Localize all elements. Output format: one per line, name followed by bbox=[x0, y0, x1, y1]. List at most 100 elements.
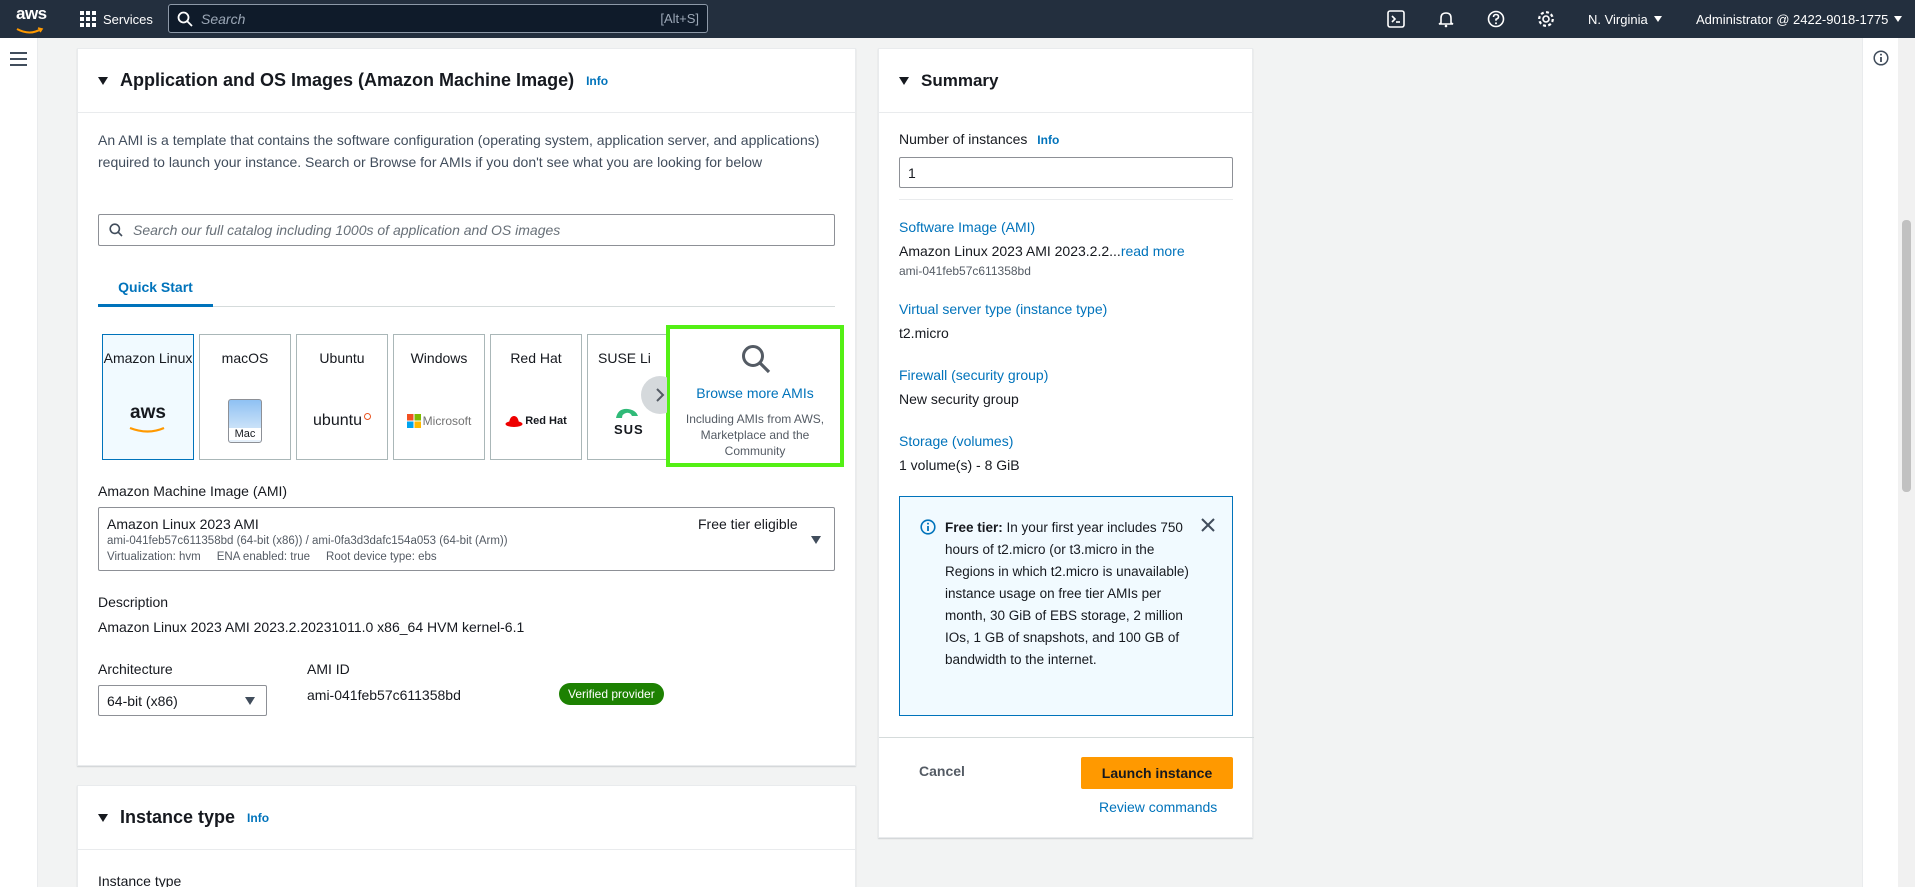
ami-info-link[interactable]: Info bbox=[586, 74, 608, 88]
red-hat-logo-text: Red Hat bbox=[525, 415, 567, 427]
global-search-input[interactable]: Search [Alt+S] bbox=[168, 4, 708, 33]
ubuntu-logo: ubuntu bbox=[297, 401, 387, 441]
summary-panel: Summary Number of instances Info 1 Softw… bbox=[878, 48, 1254, 838]
catalog-search-placeholder: Search our full catalog including 1000s … bbox=[133, 222, 561, 238]
os-quick-start-list: Amazon Linux aws macOS Mac Ubuntu ubuntu bbox=[102, 334, 667, 460]
region-selector[interactable]: N. Virginia bbox=[1588, 0, 1662, 38]
services-grid-icon bbox=[80, 11, 96, 27]
verified-provider-badge: Verified provider bbox=[559, 683, 664, 705]
aws-logo-text: aws bbox=[130, 402, 166, 423]
account-menu[interactable]: Administrator @ 2422-9018-1775 bbox=[1696, 0, 1903, 38]
scrollbar-thumb[interactable] bbox=[1902, 220, 1911, 492]
instances-info-link[interactable]: Info bbox=[1037, 133, 1059, 147]
info-icon[interactable] bbox=[1873, 50, 1889, 66]
menu-icon[interactable] bbox=[10, 52, 27, 66]
os-option-label: Windows bbox=[410, 350, 468, 366]
cancel-button[interactable]: Cancel bbox=[919, 763, 965, 779]
software-image-link[interactable]: Software Image (AMI) bbox=[899, 219, 1035, 235]
amazon-linux-logo: aws bbox=[103, 401, 193, 441]
architecture-label: Architecture bbox=[98, 661, 173, 677]
os-option-label: Ubuntu bbox=[319, 350, 365, 366]
gear-icon[interactable] bbox=[1536, 9, 1556, 29]
suse-chameleon-icon bbox=[616, 408, 638, 418]
red-hat-logo: Red Hat bbox=[491, 401, 581, 441]
instance-type-info-link[interactable]: Info bbox=[247, 811, 269, 825]
search-icon bbox=[177, 11, 193, 27]
architecture-select[interactable]: 64-bit (x86) bbox=[98, 685, 267, 716]
free-tier-eligible-label: Free tier eligible bbox=[698, 516, 798, 532]
microsoft-logo-text: Microsoft bbox=[422, 414, 472, 428]
ami-catalog-search-input[interactable]: Search our full catalog including 1000s … bbox=[98, 214, 835, 246]
divider bbox=[899, 199, 1233, 200]
help-panel-rail bbox=[1862, 38, 1898, 887]
ami-select[interactable]: Amazon Linux 2023 AMI ami-041feb57c61135… bbox=[98, 507, 835, 571]
services-menu[interactable]: Services bbox=[80, 0, 153, 38]
os-option-amazon-linux[interactable]: Amazon Linux aws bbox=[102, 334, 194, 460]
browse-more-amis-button[interactable]: Browse more AMIs Including AMIs from AWS… bbox=[666, 325, 844, 467]
side-navigation-rail bbox=[0, 38, 38, 887]
top-navigation: aws Services Search [Alt+S] N. Virginia … bbox=[0, 0, 1915, 38]
aws-logo-text: aws bbox=[16, 4, 47, 23]
chevron-down-icon bbox=[1653, 16, 1662, 22]
chevron-down-icon bbox=[811, 536, 821, 544]
region-label: N. Virginia bbox=[1588, 11, 1648, 27]
collapse-triangle-icon[interactable] bbox=[899, 76, 909, 85]
search-icon bbox=[742, 345, 771, 374]
os-option-windows[interactable]: Windows Microsoft bbox=[393, 334, 485, 460]
aws-smile-icon bbox=[16, 27, 44, 34]
software-image-value: Amazon Linux 2023 AMI 2023.2.2...read mo… bbox=[899, 243, 1185, 259]
help-icon[interactable] bbox=[1486, 9, 1506, 29]
close-icon[interactable] bbox=[1199, 516, 1217, 534]
storage-link[interactable]: Storage (volumes) bbox=[899, 433, 1013, 449]
tab-quick-start[interactable]: Quick Start bbox=[98, 269, 213, 307]
services-label: Services bbox=[103, 11, 153, 27]
os-option-label: SUSE Li bbox=[598, 350, 651, 366]
aws-smile-icon bbox=[129, 426, 165, 433]
account-label: Administrator @ 2422-9018-1775 bbox=[1696, 11, 1889, 27]
ami-description-text: An AMI is a template that contains the s… bbox=[98, 132, 820, 170]
os-option-red-hat[interactable]: Red Hat Red Hat bbox=[490, 334, 582, 460]
storage-value: 1 volume(s) - 8 GiB bbox=[899, 457, 1020, 473]
review-commands-link[interactable]: Review commands bbox=[1099, 799, 1217, 815]
instance-type-panel: Instance type Info Instance type bbox=[77, 785, 856, 887]
os-option-ubuntu[interactable]: Ubuntu ubuntu bbox=[296, 334, 388, 460]
instance-type-header[interactable]: Instance type Info bbox=[78, 786, 855, 850]
instances-label: Number of instances Info bbox=[899, 131, 1059, 147]
bell-icon[interactable] bbox=[1436, 9, 1456, 29]
divider bbox=[879, 737, 1254, 738]
browse-more-amis-subtitle: Including AMIs from AWS, Marketplace and… bbox=[685, 412, 825, 458]
search-icon bbox=[109, 223, 123, 237]
server-type-link[interactable]: Virtual server type (instance type) bbox=[899, 301, 1107, 317]
instance-type-title: Instance type bbox=[120, 807, 236, 827]
ami-tabs: Quick Start bbox=[98, 269, 835, 307]
os-option-macos[interactable]: macOS Mac bbox=[199, 334, 291, 460]
page-scrollbar[interactable] bbox=[1898, 38, 1915, 887]
summary-header[interactable]: Summary bbox=[879, 49, 1252, 113]
macos-logo: Mac bbox=[200, 399, 290, 443]
microsoft-squares-icon bbox=[406, 414, 421, 428]
software-image-text: Amazon Linux 2023 AMI 2023.2.2... bbox=[899, 243, 1121, 259]
cloudshell-icon[interactable] bbox=[1386, 9, 1406, 29]
launch-instance-button[interactable]: Launch instance bbox=[1081, 757, 1233, 789]
read-more-link[interactable]: read more bbox=[1121, 243, 1185, 259]
chevron-down-icon bbox=[245, 697, 255, 705]
collapse-triangle-icon[interactable] bbox=[98, 76, 108, 85]
aws-logo[interactable]: aws bbox=[16, 4, 50, 34]
ami-id-label: AMI ID bbox=[307, 661, 350, 677]
ami-section-panel: Application and OS Images (Amazon Machin… bbox=[77, 48, 856, 766]
search-placeholder: Search bbox=[201, 10, 246, 27]
red-hat-icon bbox=[505, 416, 523, 427]
info-icon bbox=[920, 519, 936, 535]
instances-value: 1 bbox=[908, 164, 916, 181]
server-type-value: t2.micro bbox=[899, 325, 949, 341]
number-of-instances-input[interactable]: 1 bbox=[899, 157, 1233, 188]
collapse-triangle-icon[interactable] bbox=[98, 813, 108, 822]
free-tier-alert-body: In your first year includes 750 hours of… bbox=[945, 520, 1189, 667]
ami-select-label: Amazon Machine Image (AMI) bbox=[98, 483, 288, 499]
ami-section-header[interactable]: Application and OS Images (Amazon Machin… bbox=[78, 49, 855, 113]
instance-type-field-label: Instance type bbox=[98, 873, 182, 887]
firewall-link[interactable]: Firewall (security group) bbox=[899, 367, 1048, 383]
description-value: Amazon Linux 2023 AMI 2023.2.20231011.0 … bbox=[98, 619, 525, 635]
ubuntu-logo-text: ubuntu bbox=[313, 412, 362, 429]
search-shortcut: [Alt+S] bbox=[660, 11, 699, 26]
